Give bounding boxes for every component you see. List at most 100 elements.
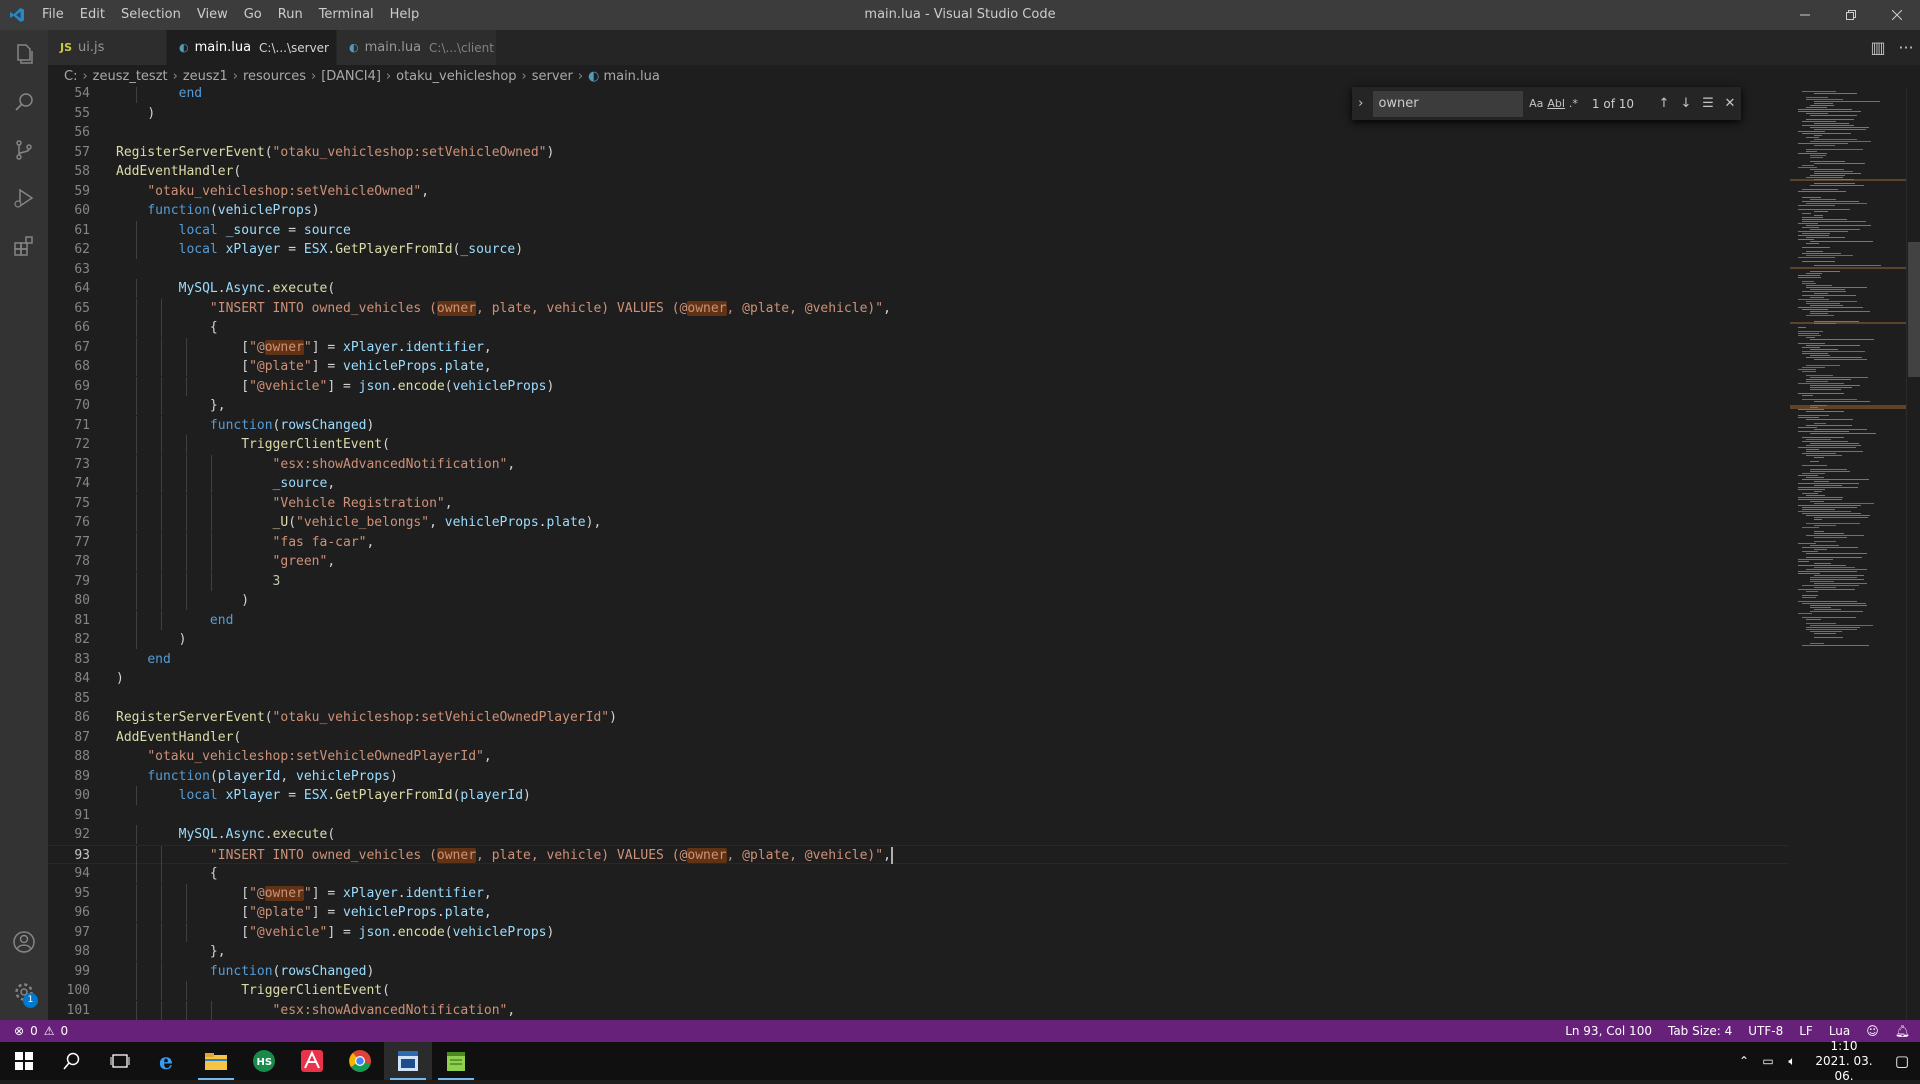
code-line[interactable]: 87 AddEventHandler( — [48, 728, 1788, 747]
code-line[interactable]: 83 end — [48, 650, 1788, 669]
breadcrumb-item[interactable]: otaku_vehicleshop — [396, 69, 516, 84]
end-of-line[interactable]: LF — [1799, 1024, 1813, 1038]
split-editor-icon[interactable]: ▥ — [1864, 38, 1892, 57]
manage-gear-icon[interactable]: 1 — [0, 968, 48, 1016]
code-line[interactable]: 84) — [48, 669, 1788, 688]
breadcrumb-item[interactable]: zeusz1 — [183, 69, 228, 84]
feedback-icon[interactable]: ☺ — [1866, 1024, 1879, 1038]
menu-go[interactable]: Go — [236, 0, 270, 30]
code-line[interactable]: 98 }, — [48, 942, 1788, 961]
file-explorer-icon[interactable] — [192, 1042, 240, 1080]
code-line[interactable]: 101 "esx:showAdvancedNotification", — [48, 1000, 1788, 1020]
code-line[interactable]: 91 — [48, 806, 1788, 825]
code-line[interactable]: 66 { — [48, 318, 1788, 337]
next-match-arrow-down-icon[interactable]: ↓ — [1675, 96, 1697, 111]
code-line[interactable]: 96 ["@plate"] = vehicleProps.plate, — [48, 903, 1788, 922]
restore-button[interactable] — [1828, 0, 1874, 30]
find-in-selection-icon[interactable]: ☰ — [1697, 96, 1719, 111]
menu-selection[interactable]: Selection — [113, 0, 189, 30]
menu-view[interactable]: View — [189, 0, 236, 30]
notifications-bell-icon[interactable]: 🔔︎ — [1895, 1024, 1910, 1038]
code-line[interactable]: 97 ["@vehicle"] = json.encode(vehiclePro… — [48, 922, 1788, 942]
menu-help[interactable]: Help — [382, 0, 428, 30]
explorer-icon[interactable] — [0, 30, 48, 78]
chrome-browser-icon[interactable] — [336, 1042, 384, 1080]
code-line[interactable]: 68 ["@plate"] = vehicleProps.plate, — [48, 357, 1788, 376]
code-line[interactable]: 89 function(playerId, vehicleProps) — [48, 767, 1788, 786]
run-debug-icon[interactable] — [0, 174, 48, 222]
extensions-icon[interactable] — [0, 222, 48, 270]
breadcrumb-item[interactable]: [DANCI4] — [321, 69, 381, 84]
code-line[interactable]: 60 function(vehicleProps) — [48, 201, 1788, 220]
code-line[interactable]: 90 local xPlayer = ESX.GetPlayerFromId(p… — [48, 786, 1788, 805]
code-line[interactable]: 73 "esx:showAdvancedNotification", — [48, 454, 1788, 474]
menu-file[interactable]: File — [34, 0, 72, 30]
breadcrumb-item[interactable]: resources — [243, 69, 306, 84]
code-line[interactable]: 77 "fas fa-car", — [48, 532, 1788, 552]
search-icon[interactable] — [0, 78, 48, 126]
code-line[interactable]: 65 "INSERT INTO owned_vehicles (owner, p… — [48, 298, 1788, 318]
adobe-app-icon[interactable] — [288, 1042, 336, 1080]
code-line[interactable]: 88 "otaku_vehicleshop:setVehicleOwnedPla… — [48, 747, 1788, 766]
breadcrumb-item[interactable]: zeusz_teszt — [93, 69, 168, 84]
code-line[interactable]: 99 function(rowsChanged) — [48, 961, 1788, 981]
code-line[interactable]: 62 local xPlayer = ESX.GetPlayerFromId(_… — [48, 240, 1788, 259]
code-line[interactable]: 72 TriggerClientEvent( — [48, 435, 1788, 454]
vscode-logo-icon[interactable] — [0, 0, 34, 30]
show-hidden-icons-chevron-icon[interactable]: ⌃ — [1732, 1054, 1756, 1068]
cursor-position[interactable]: Ln 93, Col 100 — [1565, 1024, 1652, 1038]
code-line[interactable]: 86 RegisterServerEvent("otaku_vehicleshop… — [48, 708, 1788, 727]
file-encoding[interactable]: UTF-8 — [1748, 1024, 1783, 1038]
code-line[interactable]: 82 ) — [48, 630, 1788, 649]
code-line[interactable]: 100 TriggerClientEvent( — [48, 981, 1788, 1000]
code-line[interactable]: 78 "green", — [48, 552, 1788, 571]
edge-browser-icon[interactable]: e — [144, 1042, 192, 1080]
menu-run[interactable]: Run — [270, 0, 311, 30]
volume-icon[interactable]: 🔈︎ — [1780, 1054, 1804, 1069]
previous-match-arrow-up-icon[interactable]: ↑ — [1653, 96, 1675, 111]
code-line[interactable]: 70 }, — [48, 396, 1788, 415]
action-center-icon[interactable]: ▢ — [1884, 1052, 1920, 1070]
vscode-taskbar-icon[interactable] — [384, 1042, 432, 1080]
tab-ui-js[interactable]: JS ui.js — [48, 30, 167, 65]
language-mode[interactable]: Lua — [1829, 1024, 1850, 1038]
minimap[interactable] — [1790, 87, 1906, 827]
toggle-replace-chevron-icon[interactable]: › — [1352, 96, 1369, 111]
breadcrumb-item[interactable]: main.lua — [603, 69, 659, 84]
code-line[interactable]: 69 ["@vehicle"] = json.encode(vehiclePro… — [48, 376, 1788, 396]
close-find-icon[interactable]: ✕ — [1719, 96, 1741, 111]
source-control-icon[interactable] — [0, 126, 48, 174]
tab-main-lua-server[interactable]: ◐ main.lua C:\...\server ✕ — [167, 30, 349, 65]
tab-size[interactable]: Tab Size: 4 — [1668, 1024, 1732, 1038]
code-line[interactable]: 93 "INSERT INTO owned_vehicles (owner, p… — [48, 844, 1788, 865]
code-line[interactable]: 64 MySQL.Async.execute( — [48, 279, 1788, 298]
code-line[interactable]: 59 "otaku_vehicleshop:setVehicleOwned", — [48, 182, 1788, 201]
code-line[interactable]: 80 ) — [48, 591, 1788, 610]
code-line[interactable]: 67 ["@owner"] = xPlayer.identifier, — [48, 337, 1788, 357]
find-input[interactable]: owner — [1373, 90, 1524, 117]
close-window-button[interactable] — [1874, 0, 1920, 30]
problems-indicator[interactable]: ⊗ 0 ⚠ 0 — [0, 1024, 68, 1038]
code-line[interactable]: 81 end — [48, 610, 1788, 630]
code-editor[interactable]: 54 end 55 ) 56 57 RegisterServerEvent("otaku… — [48, 87, 1920, 1020]
code-line[interactable]: 85 — [48, 689, 1788, 708]
code-line[interactable]: 95 ["@owner"] = xPlayer.identifier, — [48, 883, 1788, 903]
regex-option-icon[interactable]: .* — [1569, 97, 1578, 110]
code-line[interactable]: 58 AddEventHandler( — [48, 162, 1788, 181]
network-icon[interactable]: ▭ — [1756, 1054, 1780, 1068]
scrollbar-thumb[interactable] — [1908, 242, 1920, 377]
breadcrumb-item[interactable]: server — [532, 69, 573, 84]
menu-edit[interactable]: Edit — [72, 0, 113, 30]
windows-start-icon[interactable] — [0, 1042, 48, 1080]
code-line[interactable]: 63 — [48, 260, 1788, 279]
hs-app-icon[interactable]: HS — [240, 1042, 288, 1080]
task-view-icon[interactable] — [96, 1042, 144, 1080]
code-line[interactable]: 94 { — [48, 864, 1788, 883]
match-case-option[interactable]: Aa — [1529, 97, 1543, 110]
code-line[interactable]: 92 MySQL.Async.execute( — [48, 825, 1788, 844]
taskbar-search-icon[interactable] — [48, 1042, 96, 1080]
vertical-scrollbar[interactable] — [1906, 87, 1920, 1020]
code-line[interactable]: 74 _source, — [48, 474, 1788, 493]
breadcrumb-item[interactable]: C: — [64, 69, 77, 84]
code-line[interactable]: 56 — [48, 123, 1788, 142]
